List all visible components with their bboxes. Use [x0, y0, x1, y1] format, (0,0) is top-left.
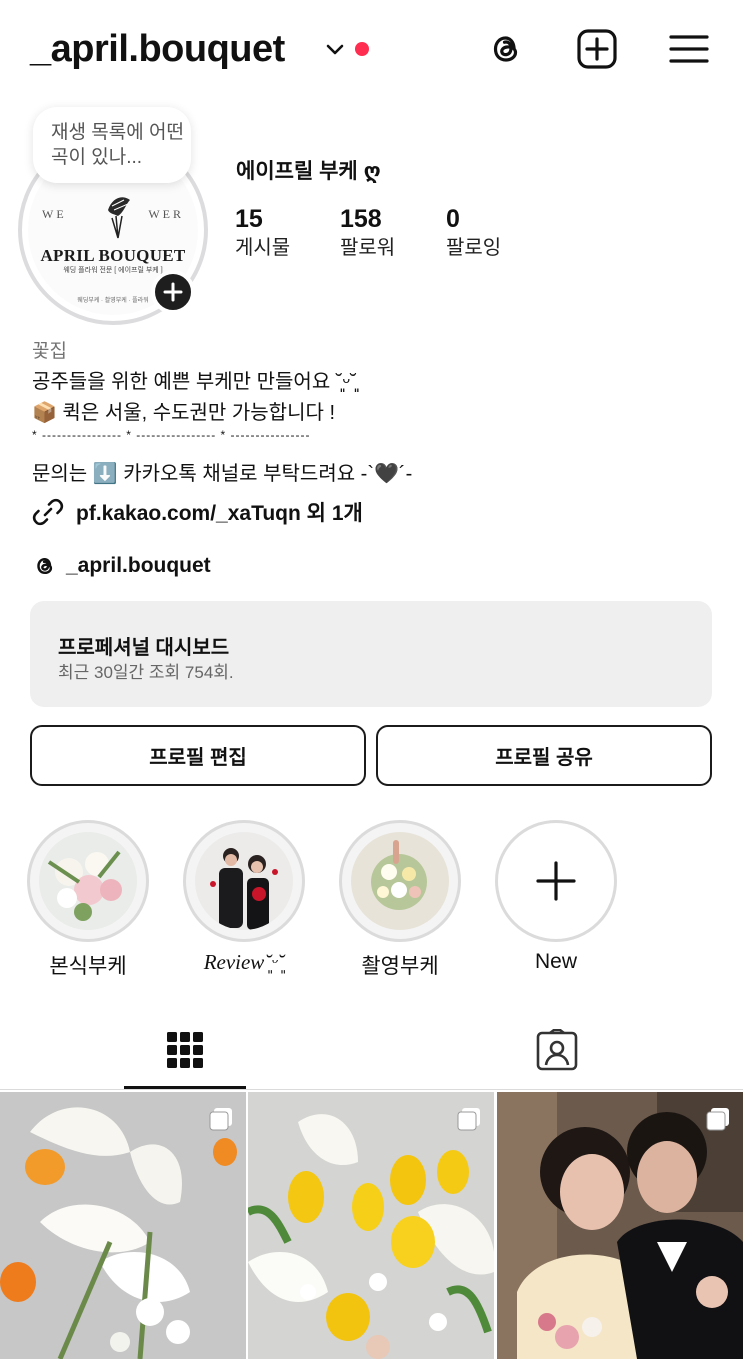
- bio-divider: * ---------------- * ---------------- * …: [32, 428, 311, 442]
- grid-icon: [167, 1032, 203, 1068]
- tab-tagged[interactable]: [496, 1010, 618, 1090]
- stat-following[interactable]: 0 팔로잉: [446, 204, 501, 262]
- multiple-posts-icon: [457, 1108, 480, 1131]
- bio-link-text: pf.kakao.com/_xaTuqn 외 1개: [76, 502, 363, 525]
- tagged-icon: [536, 1029, 578, 1071]
- dashboard-subtitle: 최근 30일간 조회 754회.: [58, 663, 234, 682]
- field-bouquet-image: [351, 832, 449, 930]
- bouquet-image: [39, 832, 137, 930]
- highlight-review[interactable]: Review˘͈ᵕ˘͈: [183, 820, 305, 975]
- menu-icon[interactable]: [668, 28, 710, 70]
- highlight-ring: [183, 820, 305, 942]
- threads-icon: [37, 557, 53, 575]
- highlight-new-ring: [495, 820, 617, 942]
- tab-divider: [0, 1089, 743, 1090]
- bio-link[interactable]: pf.kakao.com/_xaTuqn 외 1개: [32, 496, 363, 528]
- highlight-bonsik[interactable]: 본식부케: [27, 820, 149, 980]
- bouquet-logo-icon: [108, 197, 130, 239]
- stat-following-count: 0: [446, 205, 460, 233]
- logo-title: APRIL BOUQUET: [40, 246, 186, 265]
- link-icon: [32, 498, 64, 526]
- highlight-ring: [27, 820, 149, 942]
- display-name: 에이프릴 부케 ღ: [236, 160, 381, 183]
- bio-line-2: 📦 퀵은 서울, 수도권만 가능합니다 !: [32, 402, 335, 424]
- notification-dot: [355, 42, 369, 56]
- post-thumbnail[interactable]: [497, 1092, 743, 1359]
- threads-badge[interactable]: _april.bouquet: [32, 552, 211, 580]
- highlight-label: 촬영부케: [361, 955, 439, 978]
- post-thumbnail[interactable]: [0, 1092, 246, 1359]
- logo-arc-right: WER: [148, 207, 184, 221]
- edit-profile-button[interactable]: 프로필 편집: [30, 725, 366, 786]
- stat-followers[interactable]: 158 팔로워: [340, 204, 395, 262]
- professional-dashboard[interactable]: 프로페셔널 대시보드 최근 30일간 조회 754회.: [30, 601, 712, 707]
- tab-grid[interactable]: [124, 1010, 246, 1090]
- stat-posts[interactable]: 15 게시물: [235, 204, 290, 262]
- stat-posts-label: 게시물: [235, 237, 291, 259]
- create-post-icon[interactable]: [576, 28, 618, 70]
- share-profile-button[interactable]: 프로필 공유: [376, 725, 712, 786]
- highlight-label: 본식부케: [49, 955, 127, 978]
- highlight-label: Review˘͈ᵕ˘͈: [203, 950, 285, 974]
- highlight-bouquet-photo: [39, 832, 137, 930]
- highlight-field-bouquet-photo: [351, 832, 449, 930]
- threads-icon[interactable]: [485, 28, 527, 70]
- couple-photo-image: [497, 1092, 743, 1359]
- plus-icon: [163, 282, 183, 302]
- multiple-posts-icon: [209, 1108, 232, 1131]
- add-story-button[interactable]: [151, 270, 195, 314]
- bio-line-1: 공주들을 위한 예쁜 부케만 만들어요 ˘͈ᵕ˘͈: [32, 371, 357, 393]
- highlight-chwaryeong[interactable]: 촬영부케: [339, 820, 461, 980]
- category-label: 꽃집: [32, 341, 67, 362]
- stat-following-label: 팔로잉: [446, 237, 502, 259]
- highlight-ring: [339, 820, 461, 942]
- highlight-label: New: [534, 950, 577, 973]
- highlight-couple-photo: [195, 832, 293, 930]
- highlight-new[interactable]: New: [495, 820, 617, 974]
- dashboard-title: 프로페셔널 대시보드: [58, 637, 230, 659]
- logo-arc-left: WE: [42, 207, 67, 221]
- threads-handle: _april.bouquet: [66, 554, 211, 577]
- stat-followers-label: 팔로워: [340, 237, 396, 259]
- note-bubble[interactable]: 재생 목록에 어떤 곡이 있나...: [33, 107, 191, 183]
- top-bar: _april.bouquet: [0, 0, 743, 100]
- stat-posts-count: 15: [235, 205, 263, 233]
- bio-line-3: 문의는 ⬇️ 카카오톡 채널로 부탁드려요 -`🖤´-: [32, 463, 413, 485]
- couple-image: [195, 832, 293, 930]
- multiple-posts-icon: [706, 1108, 729, 1131]
- plus-icon: [536, 861, 576, 901]
- chevron-down-icon[interactable]: [324, 38, 346, 60]
- username[interactable]: _april.bouquet: [30, 28, 285, 71]
- calla-bouquet-image: [0, 1092, 246, 1359]
- post-thumbnail[interactable]: [248, 1092, 494, 1359]
- tulip-bouquet-image: [248, 1092, 494, 1359]
- stat-followers-count: 158: [340, 205, 382, 233]
